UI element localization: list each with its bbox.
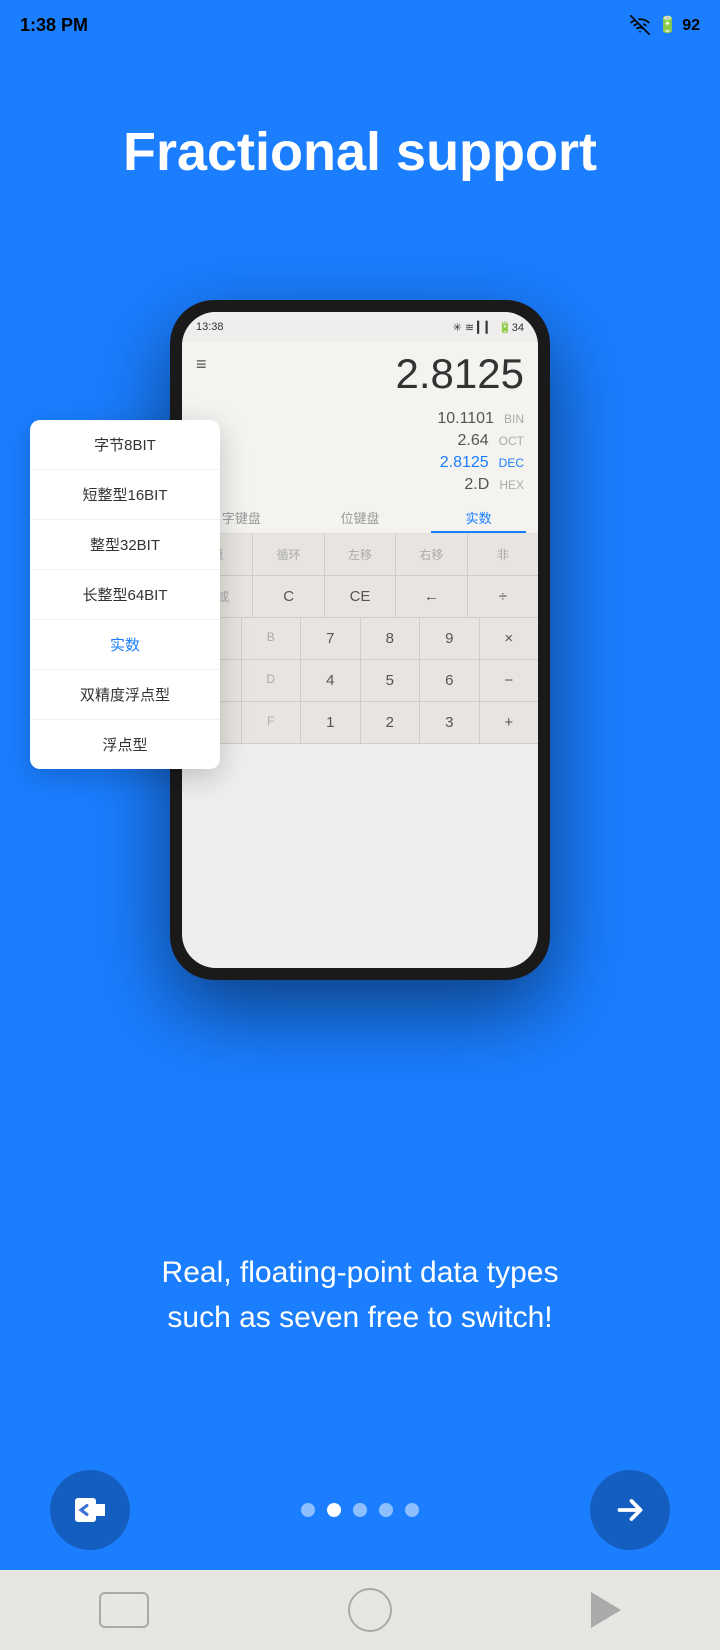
back-button[interactable]	[50, 1470, 130, 1550]
key-minus[interactable]: −	[480, 660, 539, 701]
bottom-nav	[0, 1470, 720, 1550]
keypad-row-5: E F 1 2 3 +	[182, 702, 538, 744]
key-c[interactable]: C	[253, 576, 324, 617]
hex-row: 2.D HEX	[196, 474, 524, 496]
key-right-shift[interactable]: 右移	[396, 534, 467, 575]
dropdown-item-2[interactable]: 整型32BIT	[30, 520, 220, 570]
sys-home-btn[interactable]	[348, 1588, 392, 1632]
bin-row: 10.1101 BIN	[196, 408, 524, 430]
key-2[interactable]: 2	[361, 702, 421, 743]
system-bar	[0, 1570, 720, 1650]
keypad-row-4: C D 4 5 6 −	[182, 660, 538, 702]
key-left-shift[interactable]: 左移	[325, 534, 396, 575]
key-loop[interactable]: 循环	[253, 534, 324, 575]
dropdown-item-3[interactable]: 长整型64BIT	[30, 570, 220, 620]
status-right-icons: 🔋 92	[630, 15, 700, 35]
key-3[interactable]: 3	[420, 702, 480, 743]
key-divide[interactable]: ÷	[468, 576, 538, 617]
description-text: Real, floating-point data typessuch as s…	[0, 1250, 720, 1340]
dropdown-item-4[interactable]: 实数	[30, 620, 220, 670]
phone-outer: 13:38 ✳ ≋ ▎▎ 🔋34 ≡ 2.8125 10.1101 BIN	[170, 300, 550, 980]
keypad-row-1: 模 循环 左移 右移 非	[182, 534, 538, 576]
keypad-row-3: A B 7 8 9 ×	[182, 618, 538, 660]
dot-4	[379, 1503, 393, 1517]
key-backspace[interactable]: ←	[396, 576, 467, 617]
key-plus[interactable]: +	[480, 702, 539, 743]
back-icon	[72, 1492, 108, 1528]
status-bar: 1:38 PM 🔋 92	[0, 0, 720, 50]
dot-indicators	[301, 1503, 419, 1517]
phone-time: 13:38	[196, 321, 224, 333]
key-4[interactable]: 4	[301, 660, 361, 701]
tab-shishu[interactable]: 实数	[419, 500, 538, 533]
phone-screen: 13:38 ✳ ≋ ▎▎ 🔋34 ≡ 2.8125 10.1101 BIN	[182, 312, 538, 968]
key-not[interactable]: 非	[468, 534, 538, 575]
phone-mockup: 13:38 ✳ ≋ ▎▎ 🔋34 ≡ 2.8125 10.1101 BIN	[170, 300, 550, 980]
calc-keypad: 模 循环 左移 右移 非 异或 C CE ← ÷ A B 7 8	[182, 534, 538, 744]
dropdown-item-5[interactable]: 双精度浮点型	[30, 670, 220, 720]
sys-back-btn[interactable]	[99, 1592, 149, 1628]
keypad-row-2: 异或 C CE ← ÷	[182, 576, 538, 618]
dropdown-item-1[interactable]: 短整型16BIT	[30, 470, 220, 520]
key-6[interactable]: 6	[420, 660, 480, 701]
calc-tabs: 字键盘 位键盘 实数	[182, 500, 538, 534]
dot-2	[327, 1503, 341, 1517]
forward-button[interactable]	[590, 1470, 670, 1550]
key-f[interactable]: F	[242, 702, 302, 743]
tab-weijiapan[interactable]: 位键盘	[301, 500, 420, 533]
hamburger-icon[interactable]: ≡	[196, 354, 207, 375]
battery-icon: 🔋 92	[658, 15, 700, 35]
dot-5	[405, 1503, 419, 1517]
key-ce[interactable]: CE	[325, 576, 396, 617]
key-8[interactable]: 8	[361, 618, 421, 659]
phone-status-bar: 13:38 ✳ ≋ ▎▎ 🔋34	[182, 312, 538, 342]
phone-status-icons: ✳ ≋ ▎▎ 🔋34	[453, 321, 524, 334]
dot-1	[301, 1503, 315, 1517]
oct-row: 2.64 OCT	[196, 430, 524, 452]
forward-icon	[612, 1492, 648, 1528]
key-d[interactable]: D	[242, 660, 302, 701]
dropdown-item-6[interactable]: 浮点型	[30, 720, 220, 769]
key-7[interactable]: 7	[301, 618, 361, 659]
key-5[interactable]: 5	[361, 660, 421, 701]
dec-row: 2.8125 DEC	[196, 452, 524, 474]
calc-display: 2.8125	[207, 346, 524, 402]
dropdown-menu: 字节8BIT 短整型16BIT 整型32BIT 长整型64BIT 实数 双精度浮…	[30, 420, 220, 769]
dropdown-item-0[interactable]: 字节8BIT	[30, 420, 220, 470]
page-title: Fractional support	[0, 120, 720, 185]
key-9[interactable]: 9	[420, 618, 480, 659]
calc-conversion-rows: 10.1101 BIN 2.64 OCT 2.8125 DEC 2.D HEX	[182, 402, 538, 500]
sys-recent-btn[interactable]	[591, 1592, 621, 1628]
dot-3	[353, 1503, 367, 1517]
wifi-icon	[630, 15, 650, 35]
key-b[interactable]: B	[242, 618, 302, 659]
key-multiply[interactable]: ×	[480, 618, 539, 659]
status-time: 1:38 PM	[20, 15, 88, 36]
key-1[interactable]: 1	[301, 702, 361, 743]
